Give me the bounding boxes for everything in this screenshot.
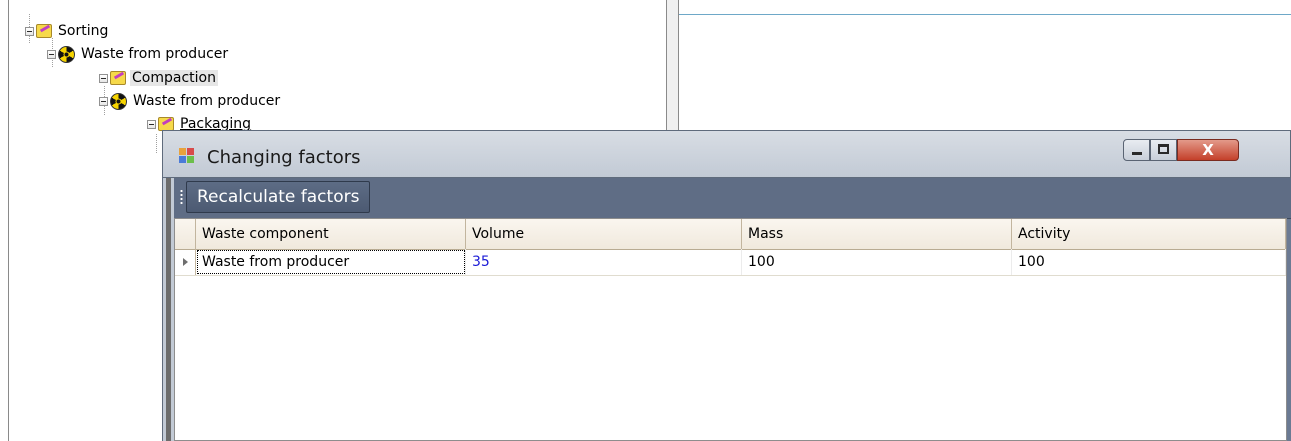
tree-node-sorting[interactable]: Sorting bbox=[25, 20, 110, 42]
cell-volume[interactable]: 35 bbox=[466, 249, 742, 275]
tree-node-label: Compaction bbox=[130, 70, 218, 86]
collapse-icon[interactable] bbox=[99, 96, 108, 106]
toolbar: Recalculate factors bbox=[174, 178, 1291, 219]
grid-header: Waste component Volume Mass Activity bbox=[175, 219, 1286, 250]
column-header-volume[interactable]: Volume bbox=[466, 219, 742, 249]
tree-node-label: Waste from producer bbox=[81, 46, 229, 62]
collapse-icon[interactable] bbox=[47, 49, 56, 59]
maximize-button[interactable] bbox=[1150, 139, 1177, 161]
cell-activity[interactable]: 100 bbox=[1012, 249, 1286, 275]
tree-node-label: Waste from producer bbox=[133, 93, 281, 109]
collapse-icon[interactable] bbox=[147, 119, 156, 129]
folder-pencil-icon bbox=[110, 71, 126, 85]
maximize-icon bbox=[1158, 144, 1169, 154]
changing-factors-window: Changing factors X Recalculate factors W… bbox=[162, 130, 1291, 441]
minimize-button[interactable] bbox=[1123, 139, 1150, 161]
close-button[interactable]: X bbox=[1177, 139, 1239, 161]
current-row-arrow-icon bbox=[183, 258, 188, 266]
folder-pencil-icon bbox=[36, 24, 52, 38]
tree-node-compaction[interactable]: Compaction bbox=[99, 67, 218, 89]
column-header-activity[interactable]: Activity bbox=[1012, 219, 1286, 249]
minimize-icon bbox=[1132, 152, 1142, 155]
radiation-icon bbox=[58, 45, 75, 63]
recalculate-factors-button[interactable]: Recalculate factors bbox=[186, 181, 371, 213]
column-header-waste-component[interactable]: Waste component bbox=[196, 219, 466, 249]
window-border bbox=[162, 178, 174, 441]
window-title: Changing factors bbox=[207, 147, 361, 168]
tree-connector bbox=[156, 134, 157, 154]
row-header-corner bbox=[175, 219, 196, 249]
folder-pencil-icon bbox=[158, 117, 174, 131]
collapse-icon[interactable] bbox=[25, 26, 34, 36]
factors-grid: Waste component Volume Mass Activity Was… bbox=[174, 218, 1287, 441]
tree-node-waste-from-producer[interactable]: Waste from producer bbox=[47, 43, 230, 65]
window-titlebar[interactable]: Changing factors X bbox=[162, 130, 1291, 178]
tree-node-waste-from-producer[interactable]: Waste from producer bbox=[99, 90, 282, 112]
collapse-icon[interactable] bbox=[99, 73, 108, 83]
window-border-shadow bbox=[166, 178, 171, 441]
app-icon bbox=[179, 148, 195, 164]
radiation-icon bbox=[110, 92, 127, 110]
divider bbox=[679, 14, 1291, 15]
cell-mass[interactable]: 100 bbox=[742, 249, 1012, 275]
table-row[interactable]: Waste from producer 35 100 100 bbox=[175, 249, 1286, 276]
close-icon: X bbox=[1202, 141, 1214, 159]
column-header-mass[interactable]: Mass bbox=[742, 219, 1012, 249]
cell-waste-component[interactable]: Waste from producer bbox=[196, 249, 466, 275]
toolbar-grip-icon[interactable] bbox=[180, 189, 183, 206]
tree-node-label: Sorting bbox=[58, 23, 109, 39]
row-header[interactable] bbox=[175, 249, 196, 275]
